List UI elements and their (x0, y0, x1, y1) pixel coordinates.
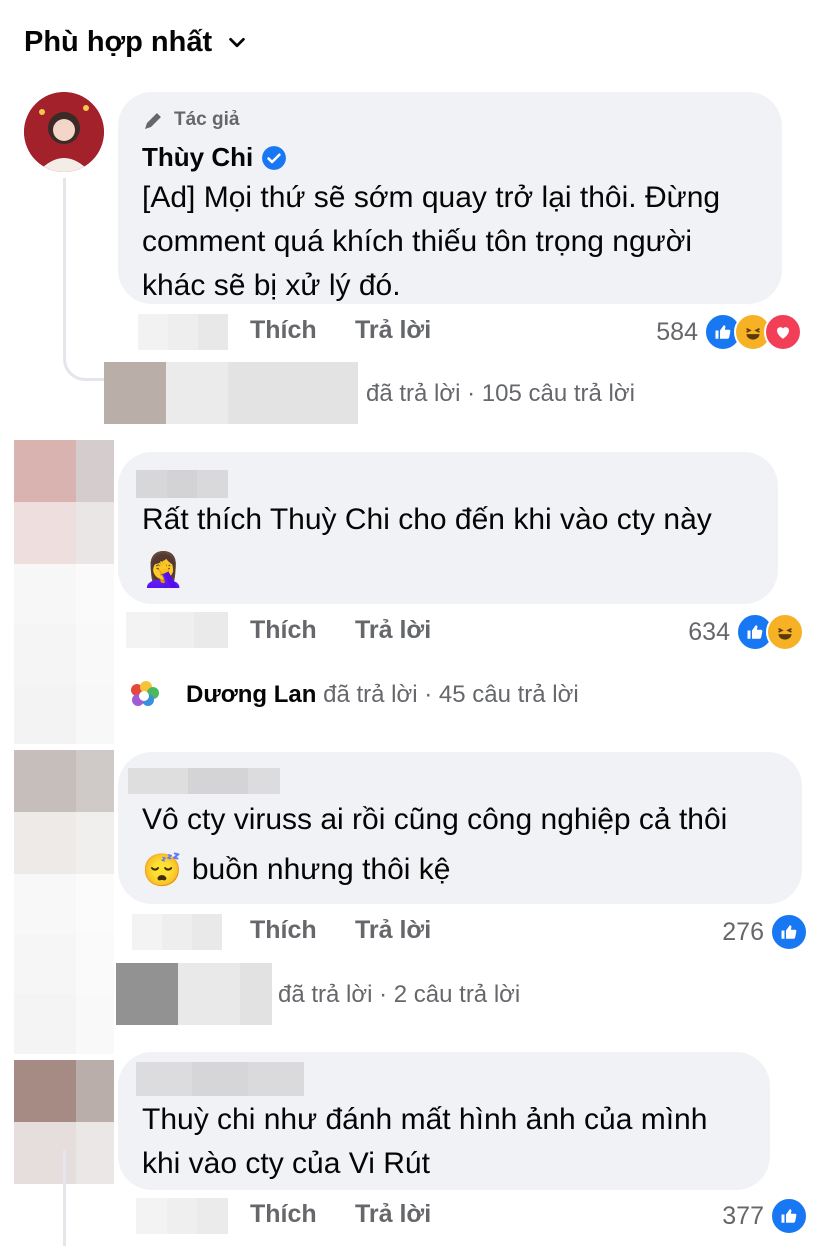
comment-line: comment quá khích thiếu tôn trọng người (142, 225, 693, 258)
pen-icon (145, 111, 163, 129)
comment-text: Rất thích Thuỳ Chi cho đến khi vào cty n… (142, 503, 712, 536)
reaction-count: 276 (722, 918, 764, 946)
author-avatar[interactable] (24, 92, 104, 172)
love-reaction-icon (764, 313, 802, 351)
reply-summary: đã trả lời · 45 câu trả lời (323, 681, 579, 708)
reaction-icons[interactable] (704, 313, 802, 351)
blurred-author-name[interactable] (136, 1062, 304, 1096)
like-button[interactable]: Thích (250, 316, 317, 345)
comment-text: [Ad] Mọi thứ sẽ sớm quay trở lại thôi. Đ… (142, 176, 772, 308)
reaction-icons[interactable] (770, 913, 808, 951)
blurred-timestamp (138, 314, 228, 350)
blurred-author-name[interactable] (128, 768, 280, 794)
comment-line: khi vào cty của Vi Rút (142, 1147, 430, 1180)
reply-button[interactable]: Trả lời (355, 316, 431, 345)
replier-avatar[interactable] (124, 676, 164, 716)
blurred-timestamp (136, 1198, 228, 1234)
blurred-replier-avatars (116, 963, 272, 1025)
comment-line: buồn nhưng thôi kệ (191, 853, 451, 886)
reaction-count: 634 (688, 618, 730, 646)
comment-text-line2: 😴 buồn nhưng thôi kệ (142, 848, 450, 892)
replier-name: Dương Lan (186, 681, 317, 708)
comment-line: [Ad] Mọi thứ sẽ sớm quay trở lại thôi. Đ… (142, 181, 721, 214)
sort-dropdown[interactable]: Phù hợp nhất (24, 26, 248, 59)
view-replies-link[interactable]: Dương Lan đã trả lời · 45 câu trả lời (186, 681, 579, 709)
reply-button[interactable]: Trả lời (355, 616, 431, 645)
haha-reaction-icon (766, 613, 804, 651)
comment-line: Thuỳ chi như đánh mất hình ảnh của mình (142, 1103, 708, 1136)
blurred-timestamp (126, 612, 228, 648)
like-button[interactable]: Thích (250, 616, 317, 645)
blurred-replier-avatars (104, 362, 358, 424)
comment-author[interactable]: Thùy Chi (142, 142, 287, 173)
sleeping-emoji: 😴 (142, 852, 182, 888)
like-reaction-icon (770, 1197, 808, 1235)
sort-label: Phù hợp nhất (24, 26, 213, 58)
like-button[interactable]: Thích (250, 916, 317, 945)
comment-text: Vô cty viruss ai rồi cũng công nghiệp cả… (142, 803, 728, 836)
badge-label: Tác giả (174, 109, 240, 130)
thread-line (63, 1150, 66, 1246)
reply-button[interactable]: Trả lời (355, 1200, 431, 1229)
author-badge: Tác giả (142, 108, 239, 132)
comment-line: khác sẽ bị xử lý đó. (142, 269, 401, 302)
blurred-avatar[interactable] (14, 750, 114, 874)
thread-line (63, 178, 106, 381)
view-replies-link[interactable]: đã trả lời · 105 câu trả lời (366, 380, 635, 408)
blurred-timestamp (132, 914, 222, 950)
view-replies-link[interactable]: đã trả lời · 2 câu trả lời (278, 981, 520, 1009)
author-name: Thùy Chi (142, 142, 254, 172)
comment-text: Thuỳ chi như đánh mất hình ảnh của mình … (142, 1098, 762, 1186)
reaction-icons[interactable] (770, 1197, 808, 1235)
reaction-count: 377 (722, 1202, 764, 1230)
like-reaction-icon (770, 913, 808, 951)
facepalm-emoji: 🤦‍♀️ (142, 551, 185, 589)
reaction-icons[interactable] (736, 613, 804, 651)
like-button[interactable]: Thích (250, 1200, 317, 1229)
blurred-author-name[interactable] (136, 470, 228, 498)
reply-button[interactable]: Trả lời (355, 916, 431, 945)
verified-badge-icon (262, 145, 287, 170)
blurred-side-strip (14, 874, 114, 1054)
reaction-count: 584 (656, 318, 698, 346)
blurred-avatar[interactable] (14, 440, 114, 564)
blurred-side-strip (14, 564, 114, 744)
chevron-down-icon (229, 37, 245, 47)
